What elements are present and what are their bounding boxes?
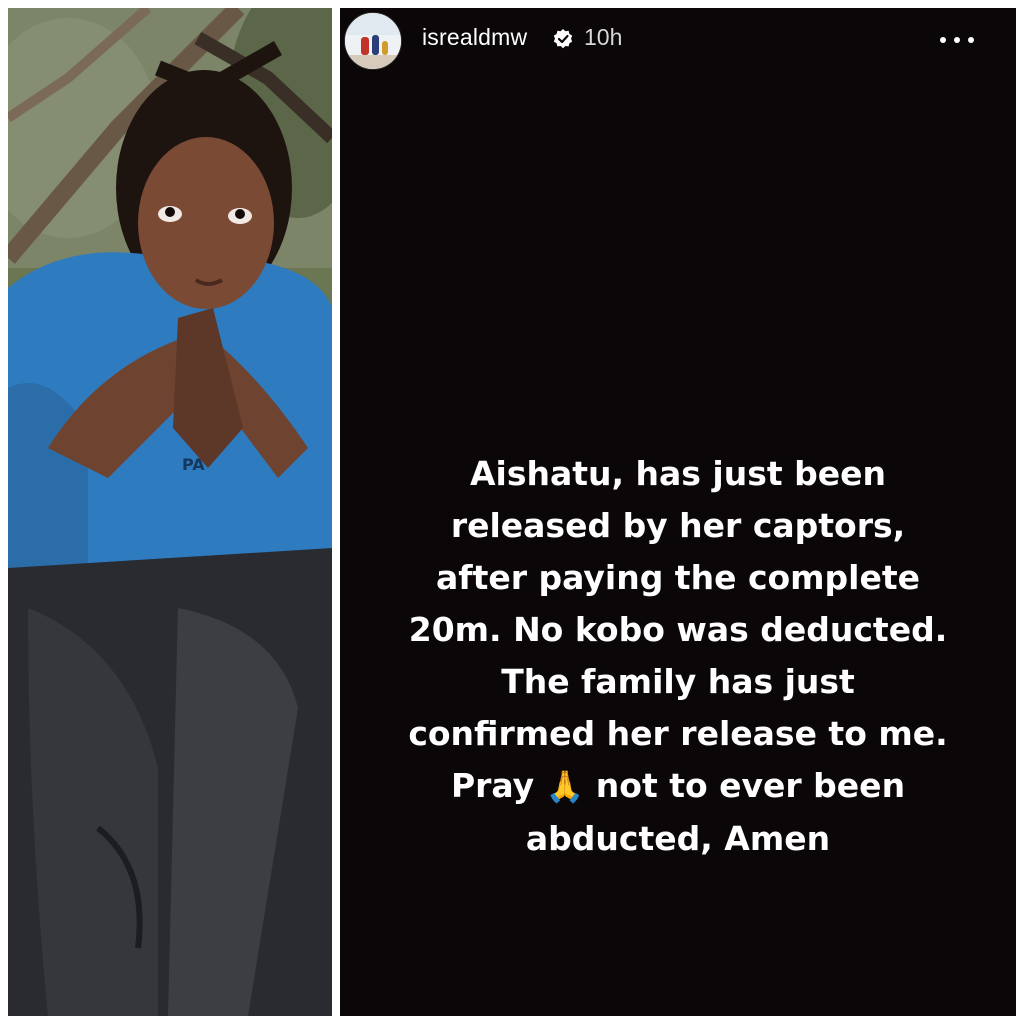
verified-badge-icon [553,29,573,49]
story-line: confirmed her release to me. [408,714,948,753]
story-time: 10h [584,24,623,50]
story-line: abducted, Amen [525,819,831,858]
avatar-image [345,13,401,69]
story-panel[interactable]: isrealdmw 10h Aishatu, has just been rel… [340,8,1016,1016]
pray-word: Pray [450,766,535,805]
story-line: Aishatu, has just been [469,454,887,493]
story-line: 20m. No kobo was deducted. [408,610,948,649]
story-line: Pray 🙏 not to ever been [340,760,1016,813]
story-line: The family has just [501,662,855,701]
praying-hands-icon: 🙏 [545,769,585,805]
story-header: isrealdmw 10h [340,8,1016,78]
story-text: Aishatu, has just been released by her c… [340,448,1016,865]
pray-rest: not to ever been [595,766,906,805]
username[interactable]: isrealdmw [422,24,527,51]
avatar[interactable] [344,12,402,70]
more-options-button[interactable] [940,30,974,50]
more-dots-icon [954,37,960,43]
woman-praying-photo: PA [8,8,332,1016]
more-dots-icon [968,37,974,43]
photo-panel: PA [8,8,332,1016]
collage: PA isrealdmw 10h Aishatu, has just been … [0,0,1024,1024]
story-line: released by her captors, [450,506,906,545]
story-line: after paying the complete [435,558,921,597]
more-dots-icon [940,37,946,43]
